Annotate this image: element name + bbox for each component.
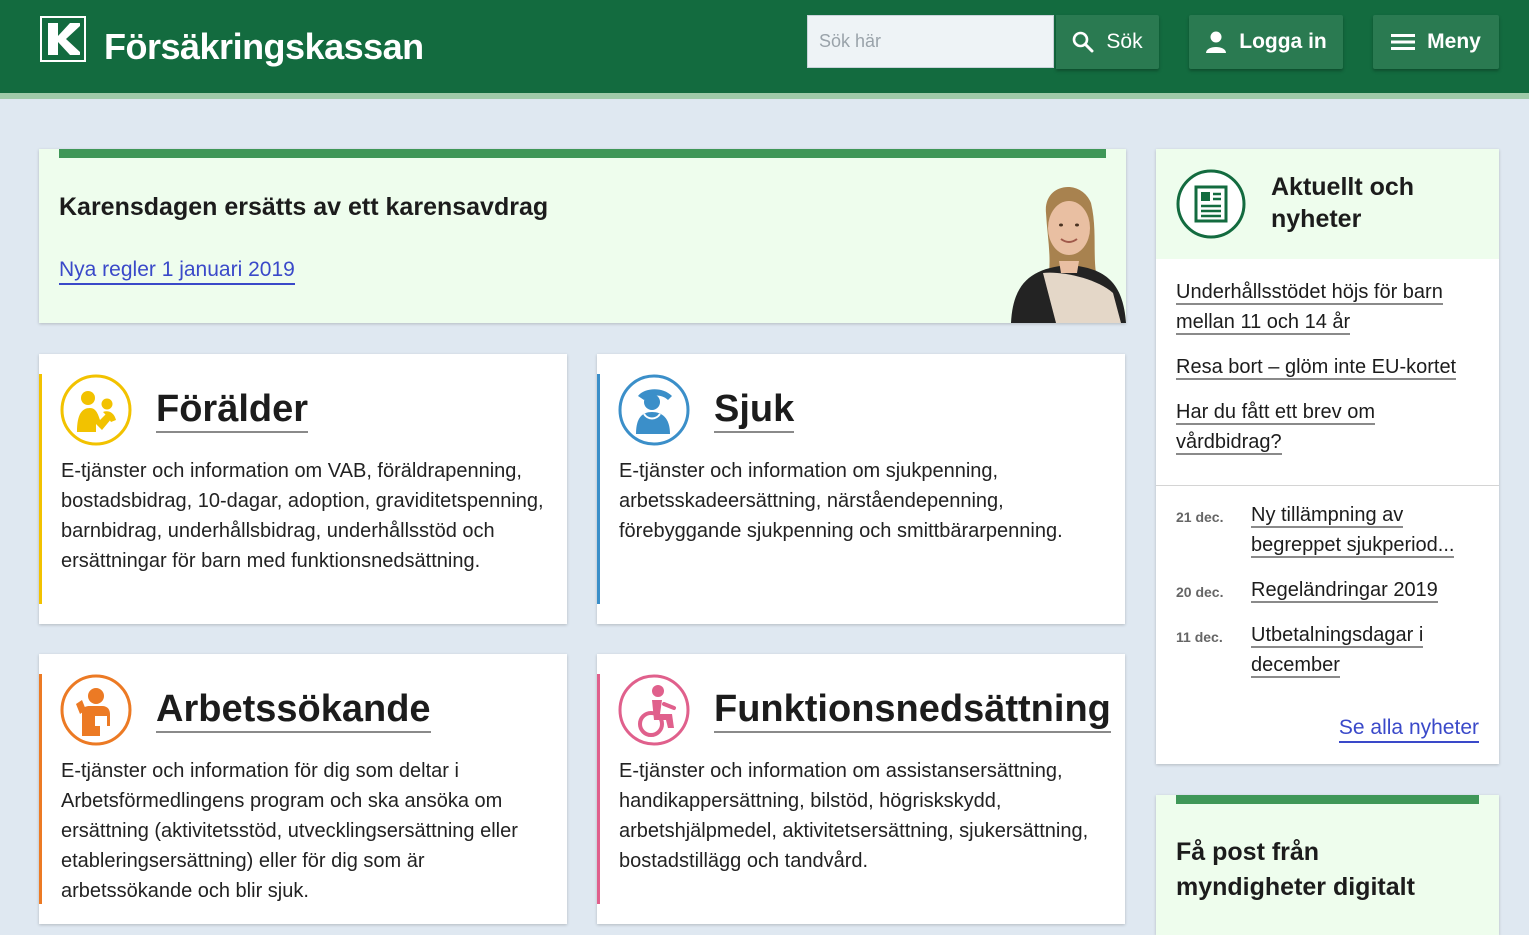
- news-item-label: Regeländringar 2019: [1251, 579, 1438, 603]
- site-header: Försäkringskassan Sök Logga in Meny: [0, 0, 1529, 93]
- hero-person-image: [1001, 173, 1126, 323]
- category-card-arbetssokande[interactable]: Arbetssökande E-tjänster och information…: [39, 654, 567, 924]
- sick-person-icon: [618, 374, 690, 446]
- parent-child-icon: [60, 374, 132, 446]
- category-card-sjuk[interactable]: Sjuk E-tjänster och information om sjukp…: [597, 354, 1125, 624]
- category-accent-line: [597, 674, 600, 904]
- hero-link[interactable]: Nya regler 1 januari 2019: [59, 257, 295, 285]
- news-header: Aktuellt och nyheter: [1156, 149, 1499, 259]
- header-divider: [0, 93, 1529, 99]
- menu-button-label: Meny: [1427, 30, 1481, 53]
- wheelchair-icon: [618, 674, 690, 746]
- see-all-news-link[interactable]: Se alla nyheter: [1338, 715, 1479, 743]
- login-button-label: Logga in: [1239, 30, 1327, 53]
- post-accent-bar: [1176, 795, 1479, 804]
- category-description: E-tjänster och information om sjukpennin…: [619, 460, 1063, 542]
- category-card-funktionsnedsattning[interactable]: Funktionsnedsättning E-tjänster och info…: [597, 654, 1125, 924]
- news-item-link[interactable]: Ny tillämpning av begreppet sjukperiod..…: [1251, 500, 1486, 560]
- newspaper-icon: [1176, 169, 1246, 239]
- news-panel: Aktuellt och nyheter Underhållsstödet hö…: [1156, 149, 1499, 764]
- login-button[interactable]: Logga in: [1189, 15, 1343, 69]
- digital-post-panel: Få post från myndigheter digitalt: [1156, 795, 1499, 935]
- category-description: E-tjänster och information om VAB, föräl…: [61, 460, 544, 572]
- category-accent-line: [39, 674, 42, 904]
- site-logo-text[interactable]: Försäkringskassan: [104, 26, 424, 68]
- featured-news-link[interactable]: Resa bort – glöm inte EU-kortet: [1176, 352, 1481, 382]
- menu-button[interactable]: Meny: [1373, 15, 1499, 69]
- user-icon: [1206, 31, 1227, 53]
- news-item-label: Utbetalningsdagar i december: [1251, 624, 1424, 678]
- search-button[interactable]: Sök: [1056, 15, 1159, 69]
- category-accent-line: [39, 374, 42, 604]
- news-item-link[interactable]: Utbetalningsdagar i december: [1251, 620, 1486, 680]
- news-date: 11 dec.: [1176, 629, 1223, 645]
- hero-accent-bar: [59, 149, 1106, 158]
- post-title[interactable]: Få post från myndigheter digitalt: [1176, 835, 1476, 905]
- featured-news-label: Har du fått ett brev om vårdbidrag?: [1176, 401, 1375, 455]
- category-description: E-tjänster och information för dig som d…: [61, 760, 518, 902]
- forsakringskassan-logo-icon[interactable]: [40, 16, 86, 62]
- category-title-funktionsnedsattning[interactable]: Funktionsnedsättning: [714, 687, 1111, 733]
- search-icon: [1073, 31, 1094, 53]
- news-date: 21 dec.: [1176, 509, 1224, 525]
- featured-news-label: Underhållsstödet höjs för barn mellan 11…: [1176, 281, 1443, 335]
- hamburger-icon: [1391, 34, 1416, 50]
- news-item-link[interactable]: Regeländringar 2019: [1251, 575, 1486, 605]
- category-title-arbetssokande[interactable]: Arbetssökande: [156, 687, 431, 733]
- hero-title: Karensdagen ersätts av ett karensavdrag: [59, 193, 549, 221]
- category-card-foralder[interactable]: Förälder E-tjänster och information om V…: [39, 354, 567, 624]
- news-date: 20 dec.: [1176, 584, 1224, 600]
- category-description: E-tjänster och information om assistanse…: [619, 760, 1089, 872]
- category-title-foralder[interactable]: Förälder: [156, 387, 309, 433]
- job-seeker-icon: [60, 674, 132, 746]
- category-accent-line: [597, 374, 600, 604]
- featured-news-label: Resa bort – glöm inte EU-kortet: [1176, 356, 1457, 380]
- search-button-label: Sök: [1106, 30, 1143, 53]
- news-divider: [1156, 485, 1499, 486]
- hero-banner: Karensdagen ersätts av ett karensavdrag …: [39, 149, 1126, 323]
- news-title: Aktuellt och nyheter: [1271, 173, 1415, 233]
- search-input[interactable]: [807, 15, 1054, 68]
- news-item-label: Ny tillämpning av begreppet sjukperiod..…: [1251, 504, 1455, 558]
- featured-news-link[interactable]: Underhållsstödet höjs för barn mellan 11…: [1176, 277, 1481, 337]
- category-title-sjuk[interactable]: Sjuk: [714, 387, 795, 433]
- featured-news-link[interactable]: Har du fått ett brev om vårdbidrag?: [1176, 397, 1481, 457]
